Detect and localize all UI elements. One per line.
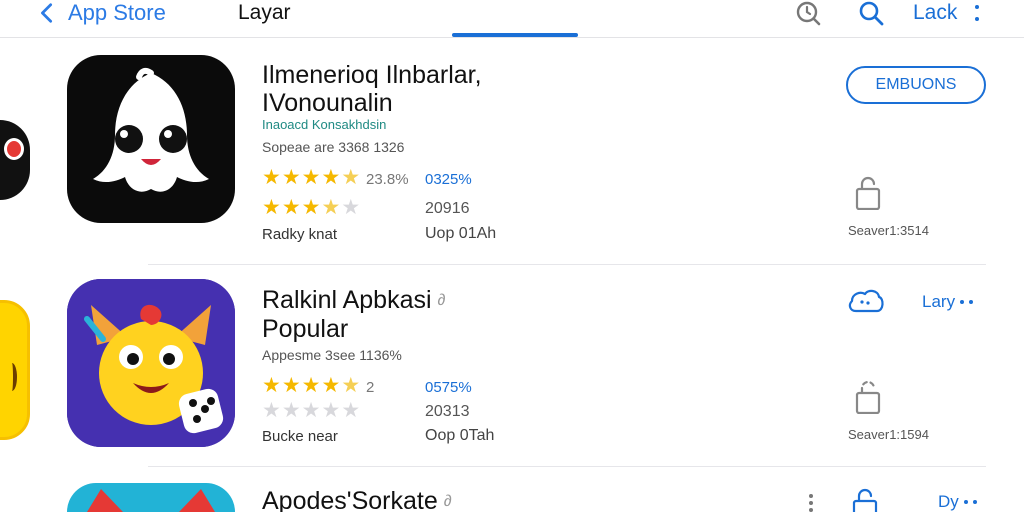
history-button[interactable] [793, 0, 823, 26]
ghost-icon[interactable] [67, 55, 235, 223]
dots-icon [963, 500, 977, 504]
chevron-left-icon [41, 3, 53, 23]
app-info: Uop 01Ah [425, 225, 497, 242]
peek-app-icon[interactable] [0, 120, 30, 200]
more-menu-button[interactable] [968, 2, 986, 24]
dot [809, 508, 813, 512]
star-icon: ★ [262, 196, 281, 219]
app-title[interactable]: Ilmenerioq Ilnbarlar, IVonounalin [262, 61, 522, 117]
header-link[interactable]: Lack [913, 1, 957, 25]
star-icon: ★ [321, 374, 341, 397]
star-icon: ★ [262, 166, 281, 189]
monster-illustration [67, 279, 235, 447]
search-button[interactable] [856, 0, 886, 26]
lock-button[interactable] [855, 176, 881, 211]
row-link-label: Dy [938, 492, 959, 511]
review-count: 20313 [425, 403, 470, 420]
lock-icon [852, 488, 878, 512]
star-empty-icon: ★ [321, 399, 341, 422]
star-rating: ★ ★ ★ ★ ★ [262, 167, 360, 189]
app-size: Seaver1:3514 [848, 223, 929, 238]
star-icon: ★ [281, 166, 301, 189]
lock-icon [855, 176, 881, 211]
tab-indicator [452, 33, 578, 37]
review-count: 20916 [425, 200, 470, 217]
app-title[interactable]: Ralkinl Apbkasi ∂ Popular [262, 286, 522, 343]
lock-button[interactable] [855, 380, 881, 415]
rating-value: 23.8% [366, 171, 409, 188]
app-category: Radky knat [262, 226, 338, 243]
dots-icon [960, 300, 974, 304]
top-bar: App Store Layar Lack [0, 0, 1024, 38]
cloud-download-button[interactable] [846, 285, 886, 317]
more-options-button[interactable] [808, 494, 814, 512]
page-title: Layar [238, 1, 291, 24]
lock-icon [855, 380, 881, 415]
star-empty-icon: ★ [262, 399, 281, 422]
star-empty-icon: ★ [341, 399, 361, 422]
star-icon: ★ [301, 196, 321, 219]
row-divider [148, 264, 986, 265]
star-empty-icon: ★ [301, 399, 321, 422]
star-rating: ★ ★ ★ ★ ★ [262, 375, 360, 397]
star-icon: ★ [301, 374, 321, 397]
info-icon: ∂ [443, 493, 452, 511]
face-icon [7, 363, 17, 391]
star-half-icon: ★ [341, 166, 361, 189]
fox-icon[interactable] [67, 483, 235, 512]
star-half-icon: ★ [321, 196, 341, 219]
back-button[interactable]: App Store [36, 0, 166, 26]
dot [809, 494, 813, 498]
badge-icon [4, 138, 24, 160]
rating-value: 2 [366, 379, 375, 396]
install-button[interactable]: EMBUONS [846, 66, 986, 104]
dot [809, 501, 813, 505]
app-meta: Appesme 3see 1136% [262, 347, 402, 363]
rating-percent: 0325% [425, 171, 472, 188]
app-category: Bucke near [262, 428, 338, 445]
row-divider [148, 466, 986, 467]
ghost-illustration [93, 67, 209, 192]
app-meta: Sopeae are 3368 1326 [262, 139, 405, 155]
star-icon: ★ [281, 196, 301, 219]
app-title[interactable]: Apodes'Sorkate ∂ [262, 487, 522, 512]
rating-percent: 0575% [425, 379, 472, 396]
history-search-icon [796, 1, 821, 26]
more-dot [975, 17, 979, 21]
app-developer: Inaoacd Konsakhdsin [262, 117, 387, 132]
star-half-icon: ★ [341, 374, 361, 397]
star-icon: ★ [262, 374, 281, 397]
star-rating-secondary: ★ ★ ★ ★ ★ [262, 400, 360, 422]
app-title-line: Ilmenerioq Ilnbarlar, [262, 61, 482, 89]
app-size: Seaver1:1594 [848, 427, 929, 442]
fox-illustration [87, 489, 215, 512]
star-icon: ★ [281, 374, 301, 397]
app-title-text: Ralkinl Apbkasi [262, 286, 432, 314]
row-link[interactable]: Lary [922, 292, 974, 312]
search-icon [859, 1, 884, 26]
app-title-line: IVonounalin [262, 89, 393, 117]
more-dot [975, 5, 979, 9]
app-info: Oop 0Tah [425, 427, 495, 444]
info-icon: ∂ [437, 292, 446, 310]
app-title-line: Ralkinl Apbkasi ∂ [262, 286, 522, 315]
star-rating-secondary: ★ ★ ★ ★ ★ [262, 197, 360, 219]
star-empty-icon: ★ [281, 399, 301, 422]
app-title-line: Popular [262, 315, 349, 344]
back-label: App Store [68, 0, 166, 25]
app-title-text: Apodes'Sorkate [262, 487, 438, 512]
star-icon: ★ [301, 166, 321, 189]
row-link-label: Lary [922, 292, 956, 311]
row-link[interactable]: Dy [938, 492, 977, 512]
peek-app-icon[interactable] [0, 300, 30, 440]
cloud-icon [848, 289, 884, 313]
lock-button[interactable] [852, 488, 878, 512]
monster-icon[interactable] [67, 279, 235, 447]
star-empty-icon: ★ [341, 196, 361, 219]
star-icon: ★ [321, 166, 341, 189]
